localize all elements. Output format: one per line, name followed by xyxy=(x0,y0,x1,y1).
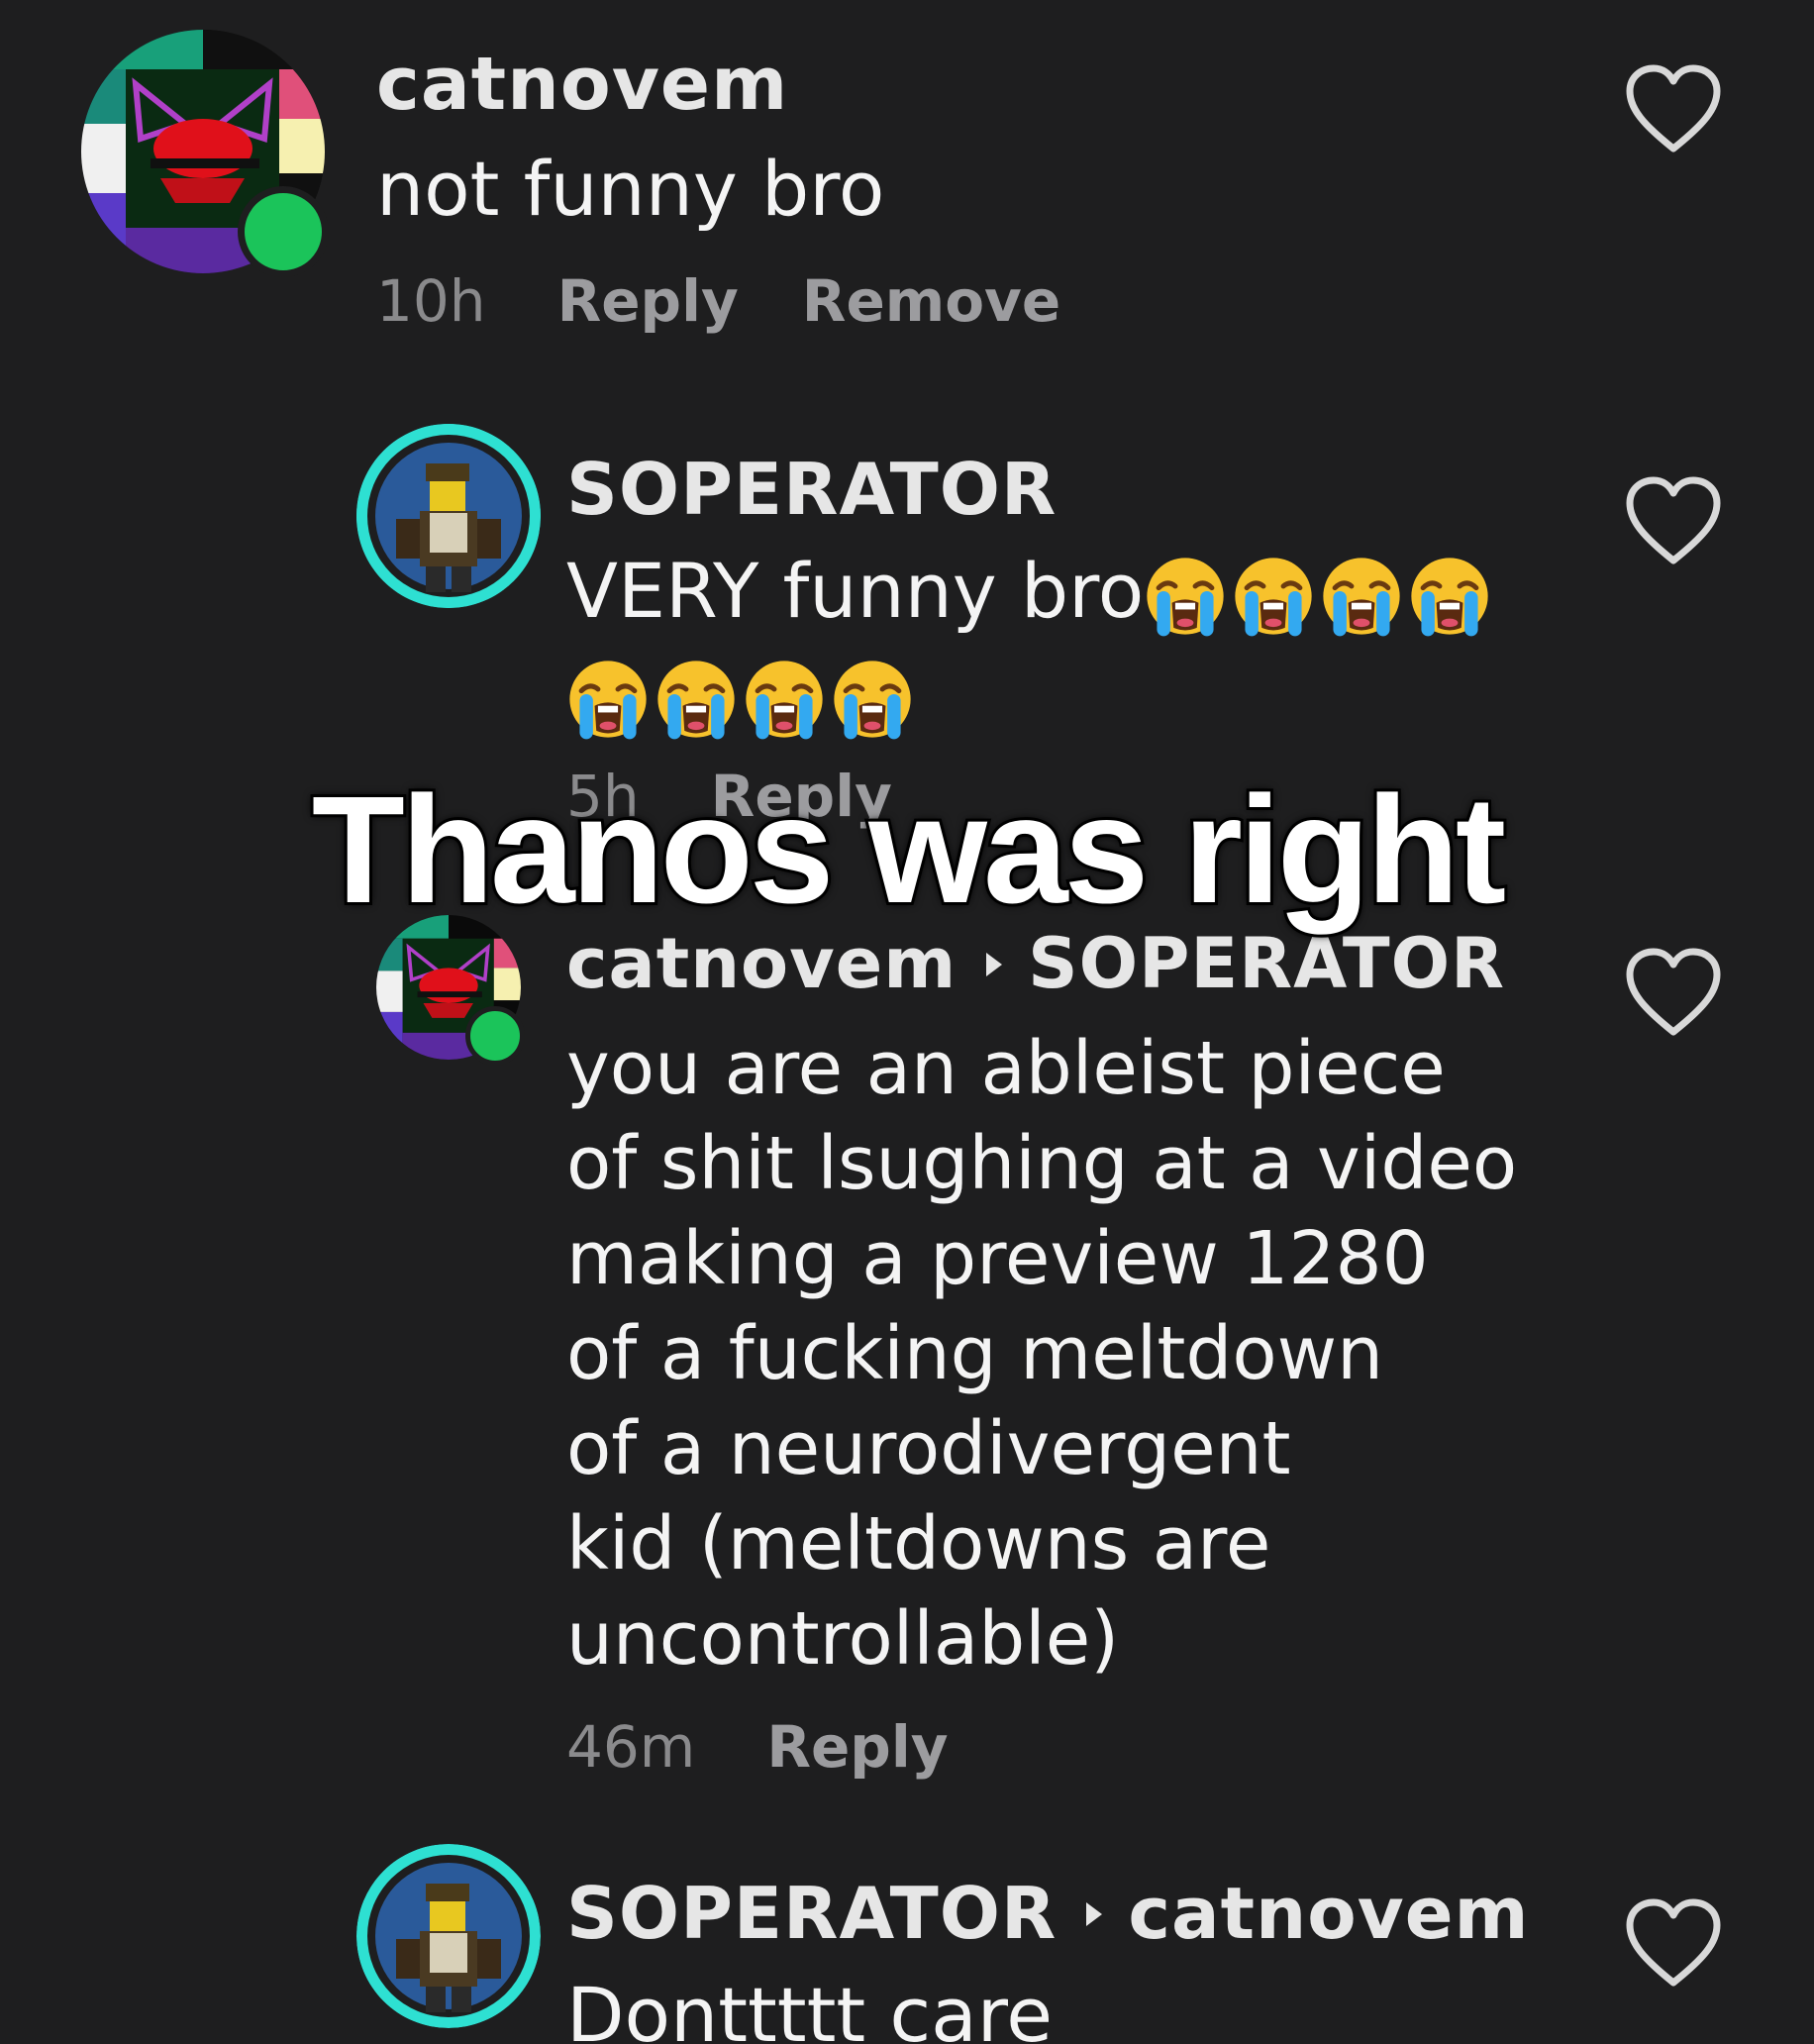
comment-author[interactable]: SOPERATOR xyxy=(566,448,1057,531)
comment-text-line: kid (meltdowns are xyxy=(566,1501,1271,1586)
loudly-crying-face-icon xyxy=(1235,558,1312,637)
comment-text-emoji-line xyxy=(566,650,919,741)
comment-text-line1: VERY funny bro xyxy=(566,547,1145,635)
loudly-crying-face-icon xyxy=(657,661,735,740)
comment-time: 10h xyxy=(376,267,486,335)
avatar-soperator[interactable] xyxy=(356,424,541,608)
heart-outline-icon[interactable] xyxy=(1624,947,1723,1038)
comment-author[interactable]: SOPERATOR xyxy=(566,1872,1057,1955)
loudly-crying-face-icon xyxy=(1411,558,1488,637)
comment-time: 46m xyxy=(566,1713,696,1781)
heart-outline-icon[interactable] xyxy=(1624,1897,1723,1989)
comment-text-line: you are an ableist piece xyxy=(566,1026,1446,1111)
online-status-dot xyxy=(465,1006,525,1066)
reply-button[interactable]: Reply xyxy=(766,1713,948,1781)
heart-outline-icon[interactable] xyxy=(1624,475,1723,566)
loudly-crying-face-icon xyxy=(834,661,911,740)
loudly-crying-face-icon xyxy=(1147,558,1224,637)
comment-author[interactable]: catnovem xyxy=(376,42,788,127)
comment-text-line: making a preview 1280 xyxy=(566,1216,1429,1301)
caret-right-icon xyxy=(1086,1902,1103,1927)
loudly-crying-face-icon xyxy=(569,661,647,740)
comment-author-line: SOPERATOR catnovem xyxy=(566,1872,1530,1955)
caret-right-icon xyxy=(986,952,1003,976)
comment-text: Donttttt care xyxy=(566,1971,1054,2044)
online-status-dot xyxy=(238,186,329,277)
comment-meta: 46m Reply xyxy=(566,1713,1012,1781)
remove-button[interactable]: Remove xyxy=(802,267,1060,335)
comment-meta: 10h Reply Remove xyxy=(376,267,1124,335)
comment-text-line: of shit lsughing at a video xyxy=(566,1121,1518,1206)
reply-button[interactable]: Reply xyxy=(557,267,739,335)
loudly-crying-face-icon xyxy=(1323,558,1400,637)
comment-text-line: uncontrollable) xyxy=(566,1596,1120,1682)
comments-screen: catnovem not funny bro 10h Reply Remove xyxy=(0,0,1814,2044)
comment-text-line: of a fucking meltdown xyxy=(566,1311,1384,1396)
emoji-row-1 xyxy=(1144,547,1496,637)
video-overlay-caption: Thanos was right xyxy=(309,762,1509,938)
comment-text: not funny bro xyxy=(376,145,885,233)
comment-text: VERY funny bro xyxy=(566,547,1496,638)
avatar-soperator[interactable] xyxy=(356,1844,541,2028)
loudly-crying-face-icon xyxy=(746,661,823,740)
heart-outline-icon[interactable] xyxy=(1624,63,1723,154)
reply-to-author[interactable]: catnovem xyxy=(1128,1872,1529,1955)
comment-text-line: of a neurodivergent xyxy=(566,1406,1291,1491)
